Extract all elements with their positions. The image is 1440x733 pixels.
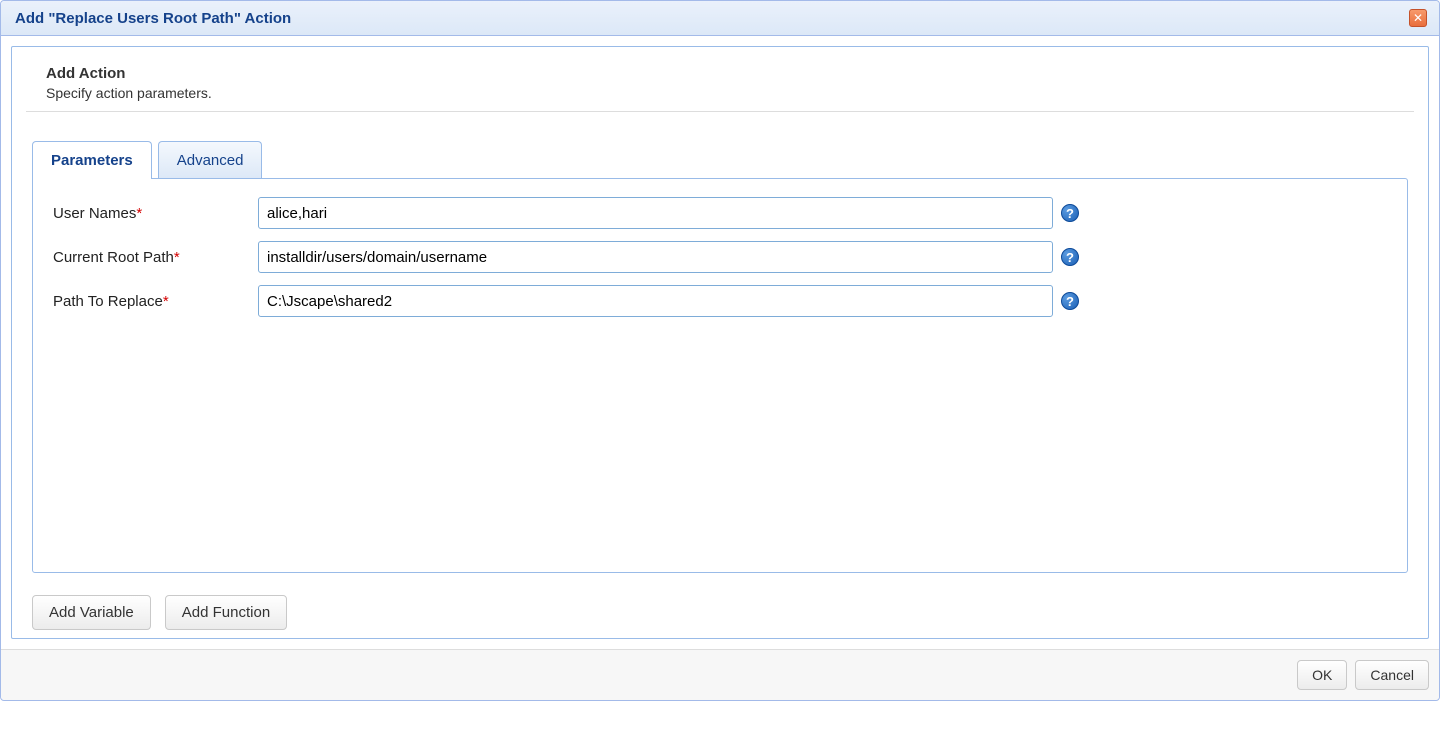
cancel-button[interactable]: Cancel [1355,660,1429,690]
dialog-title: Add "Replace Users Root Path" Action [15,10,291,27]
dialog-footer: OK Cancel [1,649,1439,700]
bottom-button-bar: Add Variable Add Function [12,573,1428,638]
path-to-replace-input[interactable] [258,285,1053,317]
add-function-button[interactable]: Add Function [165,595,287,630]
dialog-add-action: Add "Replace Users Root Path" Action ✕ A… [0,0,1440,701]
row-current-root-path: Current Root Path* ? [53,241,1387,273]
row-user-names: User Names* ? [53,197,1387,229]
row-path-to-replace: Path To Replace* ? [53,285,1387,317]
label-text: Path To Replace [53,293,163,310]
label-user-names: User Names* [53,205,258,222]
current-root-path-input[interactable] [258,241,1053,273]
help-icon[interactable]: ? [1061,204,1079,222]
help-icon[interactable]: ? [1061,248,1079,266]
close-icon[interactable]: ✕ [1409,9,1427,27]
tab-panel-parameters: User Names* ? Current Root Path* ? [32,178,1408,573]
panel-heading: Add Action [46,65,1394,82]
label-text: User Names [53,205,136,222]
tab-advanced[interactable]: Advanced [158,141,263,179]
required-marker: * [136,205,142,222]
dialog-titlebar: Add "Replace Users Root Path" Action ✕ [1,1,1439,36]
ok-button[interactable]: OK [1297,660,1347,690]
tabs: Parameters Advanced User Names* ? Curren… [32,140,1408,573]
tab-strip: Parameters Advanced [32,140,1408,178]
required-marker: * [174,249,180,266]
dialog-body: Add Action Specify action parameters. Pa… [1,36,1439,649]
panel-header: Add Action Specify action parameters. [26,47,1414,112]
required-marker: * [163,293,169,310]
panel-subheading: Specify action parameters. [46,85,1394,101]
inner-panel: Add Action Specify action parameters. Pa… [11,46,1429,639]
tab-parameters[interactable]: Parameters [32,141,152,179]
label-text: Current Root Path [53,249,174,266]
add-variable-button[interactable]: Add Variable [32,595,151,630]
label-current-root-path: Current Root Path* [53,249,258,266]
user-names-input[interactable] [258,197,1053,229]
label-path-to-replace: Path To Replace* [53,293,258,310]
help-icon[interactable]: ? [1061,292,1079,310]
